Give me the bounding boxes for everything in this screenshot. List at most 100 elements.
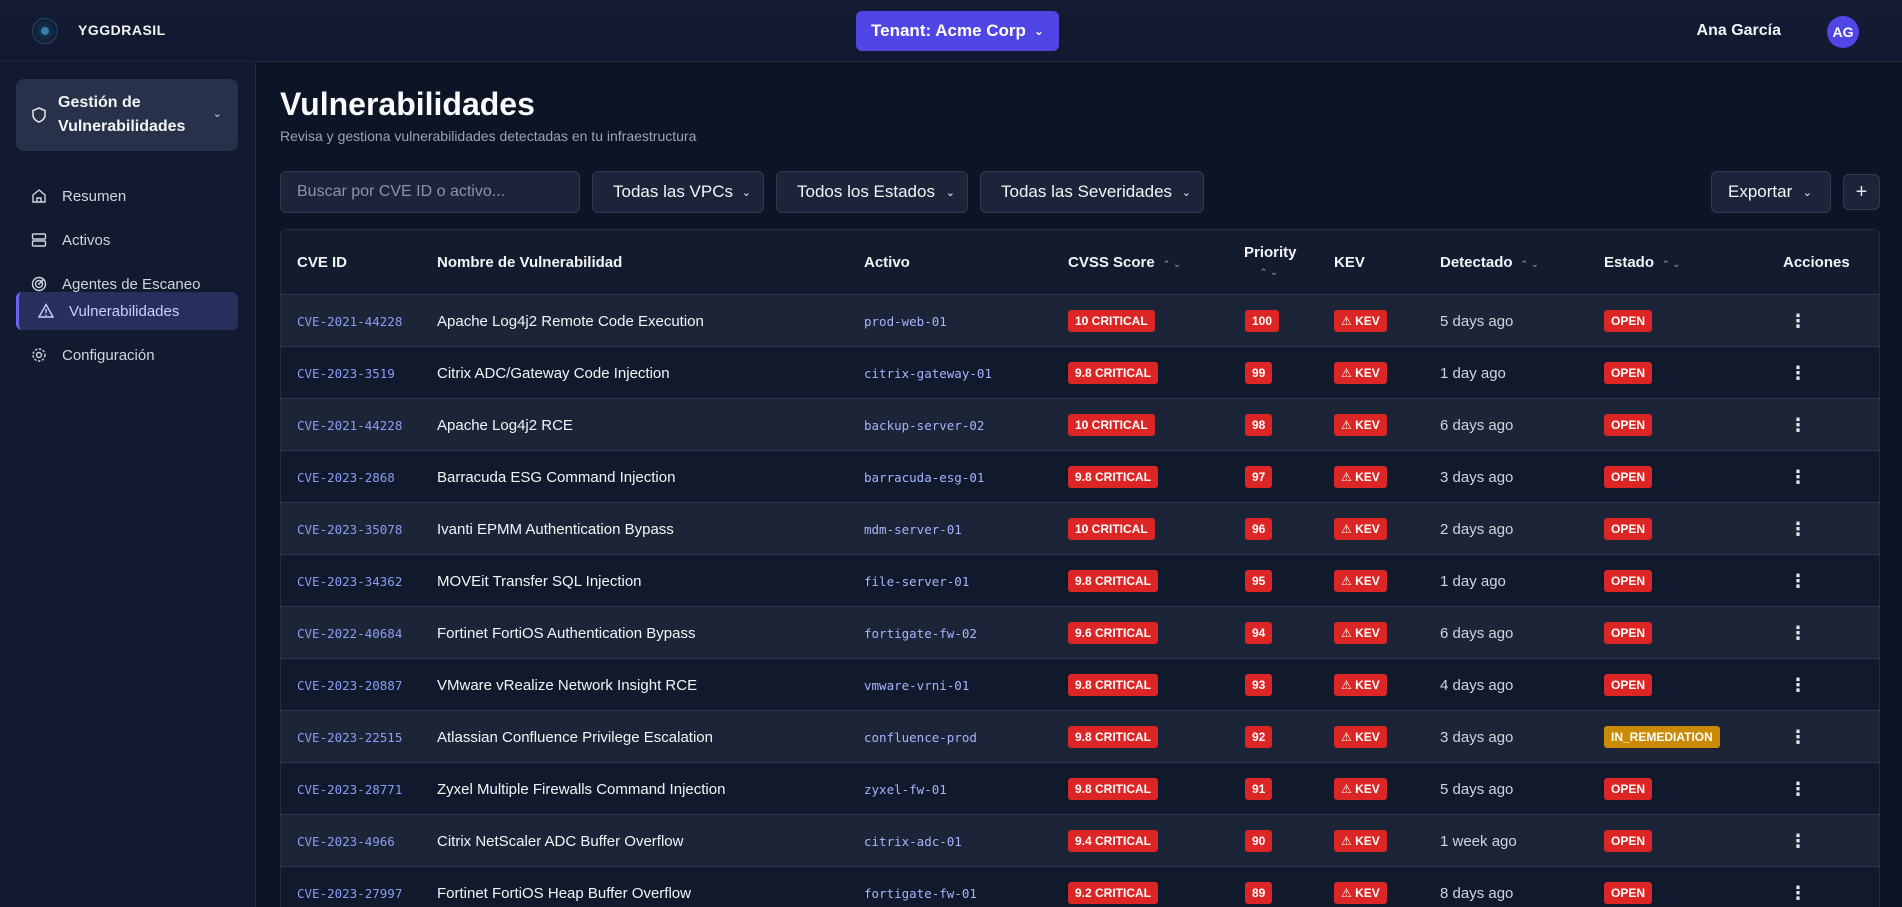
more-actions-icon[interactable]: ⋮ [1789, 884, 1807, 902]
table-row[interactable]: CVE-2023-28771 Zyxel Multiple Firewalls … [281, 763, 1879, 815]
cve-id-link[interactable]: CVE-2023-3519 [297, 366, 395, 381]
detected-time: 8 days ago [1440, 884, 1514, 902]
table-row[interactable]: CVE-2023-2868 Barracuda ESG Command Inje… [281, 451, 1879, 503]
export-button[interactable]: Exportar ⌄ [1711, 171, 1831, 213]
table-row[interactable]: CVE-2023-20887 VMware vRealize Network I… [281, 659, 1879, 711]
asset-link[interactable]: citrix-adc-01 [864, 834, 962, 849]
sidebar-item-vulnerabilidades[interactable]: Vulnerabilidades [16, 292, 238, 330]
column-header-priority[interactable]: Priority ⌃⌄ [1244, 244, 1297, 281]
column-header-status[interactable]: Estado ⌃⌄ [1604, 254, 1683, 271]
cve-id-link[interactable]: CVE-2022-40684 [297, 626, 402, 641]
more-actions-icon[interactable]: ⋮ [1789, 572, 1807, 590]
cve-id-link[interactable]: CVE-2023-28771 [297, 782, 402, 797]
more-actions-icon[interactable]: ⋮ [1789, 416, 1807, 434]
more-actions-icon[interactable]: ⋮ [1789, 728, 1807, 746]
chevron-down-icon: ⌄ [1033, 24, 1044, 38]
vpc-filter-value: Todas las VPCs [613, 182, 733, 201]
column-header-name: Nombre de Vulnerabilidad [437, 254, 623, 271]
status-badge: OPEN [1604, 778, 1653, 800]
user-name[interactable]: Ana García [1697, 22, 1781, 40]
table-row[interactable]: CVE-2023-4966 Citrix NetScaler ADC Buffe… [281, 815, 1879, 867]
chevron-down-icon: ⌄ [945, 187, 955, 199]
asset-link[interactable]: vmware-vrni-01 [864, 678, 969, 693]
sidebar-item-configuracion[interactable]: Configuración [16, 336, 238, 374]
status-filter-select[interactable]: Todos los Estados ⌄ [776, 171, 968, 213]
cve-id-link[interactable]: CVE-2023-22515 [297, 730, 402, 745]
column-header-cvss[interactable]: CVSS Score ⌃⌄ [1068, 254, 1184, 271]
sort-icon[interactable]: ⌃⌄ [1662, 259, 1683, 269]
asset-link[interactable]: zyxel-fw-01 [864, 782, 947, 797]
priority-badge: 98 [1245, 414, 1273, 436]
priority-badge: 89 [1245, 882, 1273, 904]
cve-id-link[interactable]: CVE-2023-34362 [297, 574, 402, 589]
asset-link[interactable]: fortigate-fw-01 [864, 886, 977, 901]
column-header-detected[interactable]: Detectado ⌃⌄ [1440, 254, 1542, 271]
status-badge: OPEN [1604, 362, 1653, 384]
cve-id-link[interactable]: CVE-2023-4966 [297, 834, 395, 849]
table-row[interactable]: CVE-2021-44228 Apache Log4j2 Remote Code… [281, 295, 1879, 347]
priority-badge: 97 [1245, 466, 1273, 488]
severity-filter-select[interactable]: Todas las Severidades ⌄ [980, 171, 1204, 213]
asset-link[interactable]: confluence-prod [864, 730, 977, 745]
priority-badge: 93 [1245, 674, 1273, 696]
vpc-filter-select[interactable]: Todas las VPCs ⌄ [592, 171, 764, 213]
kev-badge: ⚠ KEV [1334, 778, 1387, 800]
kev-badge: ⚠ KEV [1334, 310, 1387, 332]
table-row[interactable]: CVE-2021-44228 Apache Log4j2 RCE backup-… [281, 399, 1879, 451]
more-actions-icon[interactable]: ⋮ [1789, 832, 1807, 850]
table-row[interactable]: CVE-2023-3519 Citrix ADC/Gateway Code In… [281, 347, 1879, 399]
sidebar: Gestión de Vulnerabilidades ⌄ Resumen Ac… [0, 63, 256, 907]
more-actions-icon[interactable]: ⋮ [1789, 468, 1807, 486]
kev-badge: ⚠ KEV [1334, 414, 1387, 436]
chevron-down-icon: ⌄ [741, 187, 751, 199]
asset-link[interactable]: prod-web-01 [864, 314, 947, 329]
table-row[interactable]: CVE-2023-34362 MOVEit Transfer SQL Injec… [281, 555, 1879, 607]
cve-id-link[interactable]: CVE-2023-35078 [297, 522, 402, 537]
sidebar-item-activos[interactable]: Activos [16, 221, 238, 259]
sort-icon[interactable]: ⌃⌄ [1521, 259, 1542, 269]
table-row[interactable]: CVE-2023-35078 Ivanti EPMM Authenticatio… [281, 503, 1879, 555]
more-actions-icon[interactable]: ⋮ [1789, 364, 1807, 382]
sidebar-section-vuln-management[interactable]: Gestión de Vulnerabilidades ⌄ [16, 79, 238, 151]
more-actions-icon[interactable]: ⋮ [1789, 780, 1807, 798]
cvss-badge: 9.8 CRITICAL [1068, 726, 1159, 748]
column-header-cve: CVE ID [297, 254, 348, 271]
more-actions-icon[interactable]: ⋮ [1789, 676, 1807, 694]
status-badge: IN_REMEDIATION [1604, 726, 1720, 748]
table-header: CVE ID Nombre de Vulnerabilidad Activo C… [281, 230, 1879, 295]
avatar[interactable]: AG [1827, 16, 1859, 48]
asset-link[interactable]: fortigate-fw-02 [864, 626, 977, 641]
asset-link[interactable]: citrix-gateway-01 [864, 366, 992, 381]
warning-icon [37, 302, 55, 320]
severity-filter-value: Todas las Severidades [1001, 182, 1173, 201]
cvss-badge: 10 CRITICAL [1068, 414, 1155, 436]
asset-link[interactable]: file-server-01 [864, 574, 969, 589]
tenant-selector-button[interactable]: Tenant: Acme Corp ⌄ [856, 11, 1059, 51]
more-actions-icon[interactable]: ⋮ [1789, 520, 1807, 538]
cve-id-link[interactable]: CVE-2021-44228 [297, 314, 402, 329]
table-row[interactable]: CVE-2022-40684 Fortinet FortiOS Authenti… [281, 607, 1879, 659]
sidebar-item-resumen[interactable]: Resumen [16, 177, 238, 215]
kev-badge: ⚠ KEV [1334, 362, 1387, 384]
sort-icon[interactable]: ⌃⌄ [1163, 259, 1184, 269]
more-actions-icon[interactable]: ⋮ [1789, 312, 1807, 330]
cve-id-link[interactable]: CVE-2023-27997 [297, 886, 402, 901]
status-badge: OPEN [1604, 622, 1653, 644]
asset-link[interactable]: barracuda-esg-01 [864, 470, 984, 485]
table-row[interactable]: CVE-2023-27997 Fortinet FortiOS Heap Buf… [281, 867, 1879, 907]
asset-link[interactable]: backup-server-02 [864, 418, 984, 433]
search-input[interactable] [280, 171, 580, 213]
asset-link[interactable]: mdm-server-01 [864, 522, 962, 537]
cve-id-link[interactable]: CVE-2023-2868 [297, 470, 395, 485]
plus-icon: + [1855, 180, 1868, 203]
table-row[interactable]: CVE-2023-22515 Atlassian Confluence Priv… [281, 711, 1879, 763]
column-header-kev: KEV [1334, 254, 1365, 271]
more-actions-icon[interactable]: ⋮ [1789, 624, 1807, 642]
cvss-badge: 9.8 CRITICAL [1068, 778, 1159, 800]
cve-id-link[interactable]: CVE-2023-20887 [297, 678, 402, 693]
status-filter-value: Todos los Estados [797, 182, 935, 201]
add-button[interactable]: + [1843, 174, 1880, 210]
detected-time: 5 days ago [1440, 780, 1514, 798]
cve-id-link[interactable]: CVE-2021-44228 [297, 418, 402, 433]
sort-icon[interactable]: ⌃⌄ [1260, 267, 1281, 277]
